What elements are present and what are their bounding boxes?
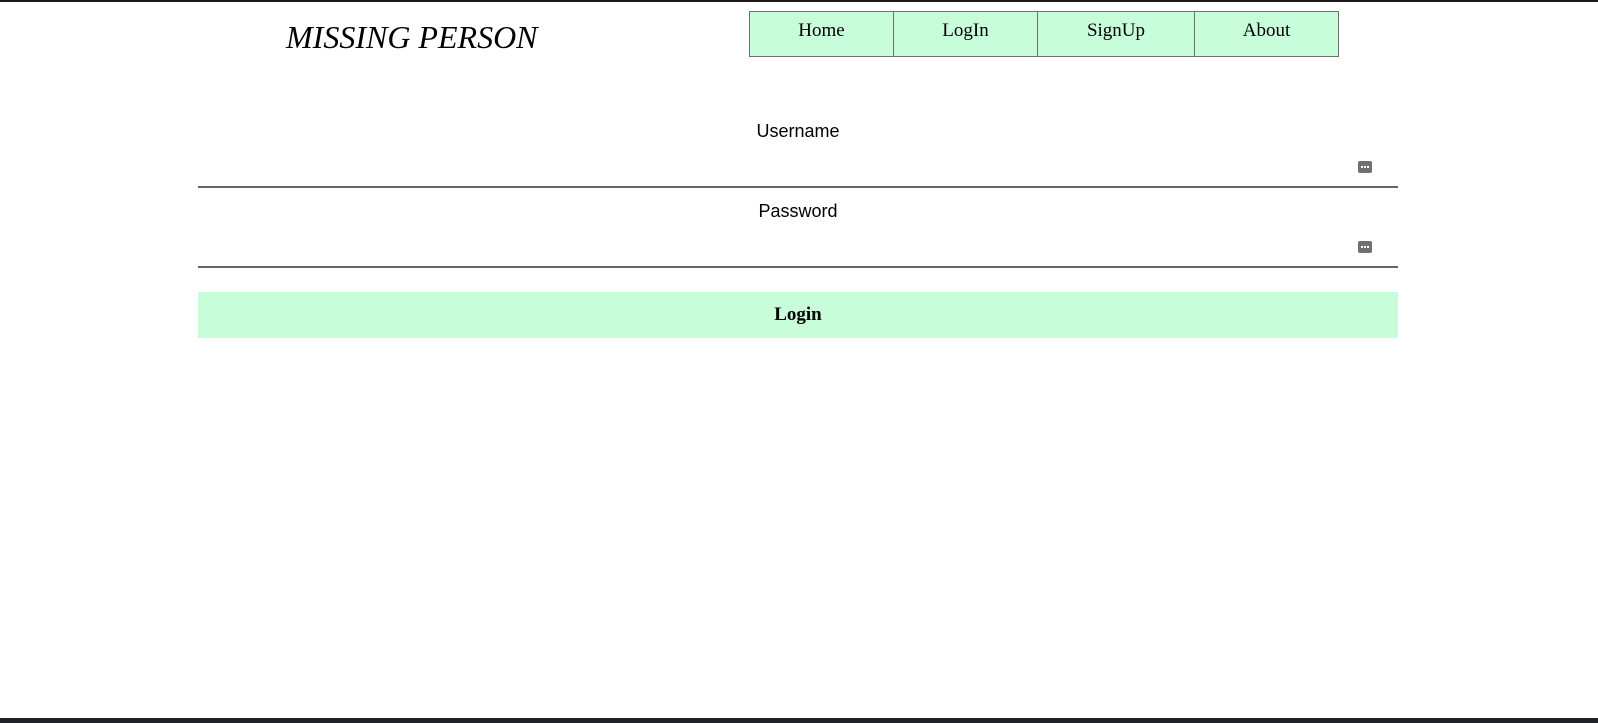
page-viewport: MISSING PERSON Home LogIn SignUp About U… [0, 0, 1598, 723]
nav-home-link[interactable]: Home [749, 11, 894, 57]
password-manager-key-icon[interactable] [1358, 161, 1372, 173]
password-input[interactable] [198, 228, 1398, 266]
password-manager-key-icon[interactable] [1358, 241, 1372, 253]
login-form: Username Password Login [198, 120, 1398, 338]
nav-login-link[interactable]: LogIn [893, 11, 1038, 57]
username-input[interactable] [198, 148, 1398, 186]
login-button[interactable]: Login [198, 292, 1398, 338]
nav-about-link[interactable]: About [1194, 11, 1339, 57]
bottom-edge-bar [0, 718, 1598, 723]
main-nav: Home LogIn SignUp About [749, 11, 1339, 57]
site-title: MISSING PERSON [286, 19, 538, 55]
nav-signup-link[interactable]: SignUp [1037, 11, 1195, 57]
password-label: Password [758, 201, 838, 221]
password-field-wrapper [198, 228, 1398, 268]
username-label: Username [756, 121, 840, 141]
username-field-wrapper [198, 148, 1398, 188]
